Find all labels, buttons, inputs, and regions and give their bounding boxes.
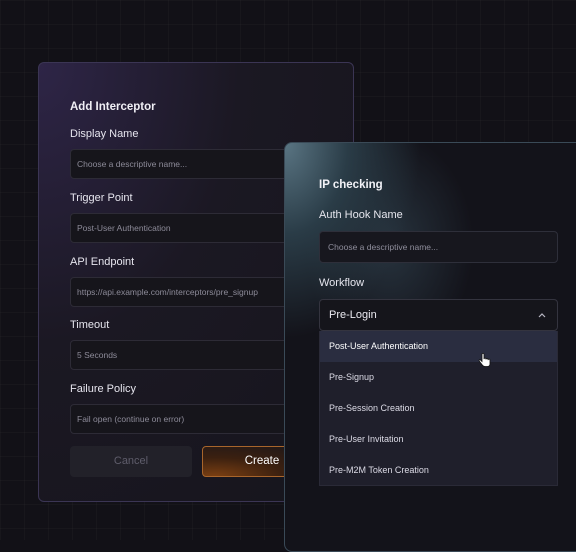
workflow-selected-value: Pre-Login [329, 309, 377, 321]
workflow-option-pre-signup[interactable]: Pre-Signup [320, 362, 557, 393]
card-title: IP checking [319, 179, 383, 191]
card-title: Add Interceptor [70, 101, 156, 113]
workflow-option-pre-user-invitation[interactable]: Pre-User Invitation [320, 424, 557, 455]
workflow-label: Workflow [319, 277, 365, 289]
cancel-button[interactable]: Cancel [70, 446, 192, 477]
ip-checking-card: IP checking Auth Hook Name Choose a desc… [284, 142, 576, 552]
auth-hook-name-input[interactable]: Choose a descriptive name... [319, 231, 558, 263]
workflow-option-pre-session-creation[interactable]: Pre-Session Creation [320, 393, 557, 424]
api-endpoint-label: API Endpoint [70, 256, 135, 268]
workflow-option-post-user-authentication[interactable]: Post-User Authentication [320, 331, 557, 362]
timeout-label: Timeout [70, 319, 110, 331]
workflow-option-pre-m2m-token-creation[interactable]: Pre-M2M Token Creation [320, 455, 557, 486]
failure-policy-label: Failure Policy [70, 383, 137, 395]
display-name-label: Display Name [70, 128, 139, 140]
auth-hook-name-label: Auth Hook Name [319, 209, 403, 221]
trigger-point-label: Trigger Point [70, 192, 133, 204]
chevron-up-icon[interactable] [537, 311, 547, 319]
hand-cursor-icon [478, 353, 491, 367]
workflow-select[interactable]: Pre-Login [319, 299, 558, 331]
workflow-dropdown-menu: Post-User Authentication Pre-Signup Pre-… [319, 331, 558, 486]
